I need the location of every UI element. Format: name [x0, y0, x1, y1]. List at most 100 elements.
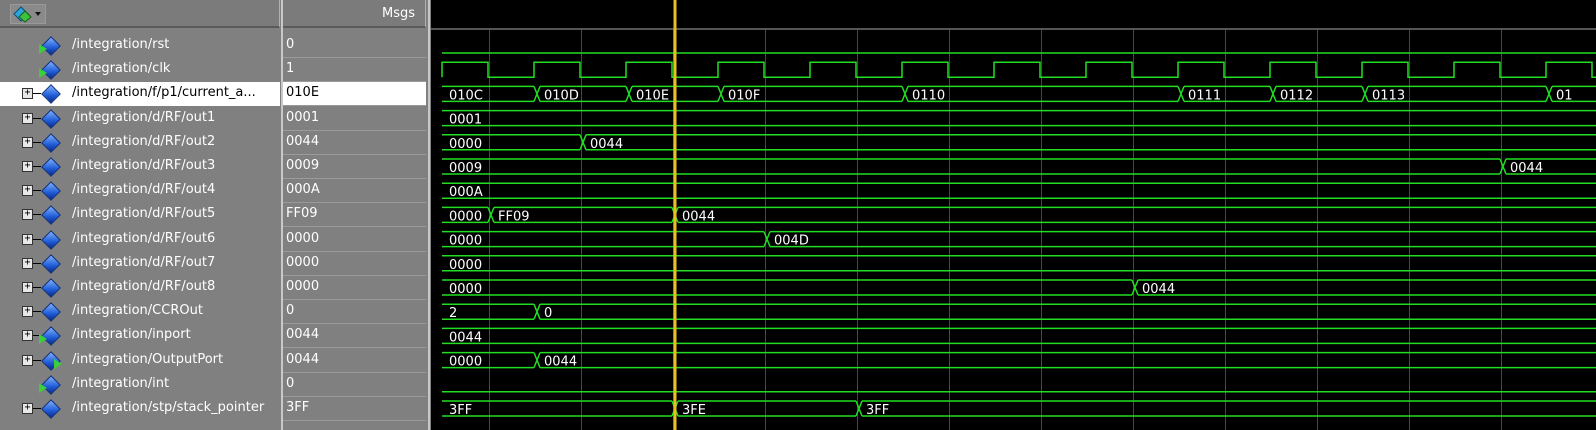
- value-row[interactable]: 0: [283, 373, 426, 397]
- signal-value: 0044: [286, 327, 320, 343]
- signal-value: 0044: [286, 133, 320, 149]
- signal-row[interactable]: + /integration/stp/stack_pointer: [0, 397, 280, 421]
- signal-row[interactable]: + /integration/OutputPort: [0, 349, 280, 373]
- signal-diamond-icon: [41, 132, 61, 153]
- bus-value-label: 0112: [1280, 88, 1313, 103]
- expand-icon[interactable]: +: [22, 161, 33, 172]
- value-row[interactable]: 0000: [283, 252, 426, 276]
- expand-icon[interactable]: +: [22, 233, 33, 245]
- wave-tool-icon: [13, 6, 41, 23]
- input-arrow-icon: [39, 68, 47, 79]
- bus-transition: [579, 134, 587, 151]
- bus-value-label: 010E: [636, 88, 669, 103]
- value-row[interactable]: 0: [283, 34, 426, 58]
- bus-value-label: 0044: [590, 137, 623, 152]
- signal-value: 010E: [286, 85, 320, 101]
- bus-value-label: 3FF: [866, 403, 889, 418]
- expand-icon[interactable]: +: [22, 185, 33, 197]
- signal-row[interactable]: + /integration/inport: [0, 324, 280, 348]
- wave-tool-button[interactable]: [10, 4, 46, 24]
- expand-icon[interactable]: +: [22, 136, 33, 148]
- signal-row[interactable]: /integration/clk: [0, 58, 280, 82]
- signal-name: /integration/stp/stack_pointer: [72, 400, 265, 415]
- bus-value-label: 0044: [449, 330, 482, 345]
- expand-icon[interactable]: +: [22, 88, 33, 100]
- input-arrow-icon: [39, 44, 47, 54]
- value-row[interactable]: 0044: [283, 131, 426, 155]
- bus-transition: [717, 86, 725, 102]
- signal-name: /integration/d/RF/out2: [72, 133, 216, 149]
- value-row[interactable]: 0000: [283, 228, 426, 252]
- pane-divider-right[interactable]: [428, 0, 430, 430]
- bus-transition: [901, 86, 909, 102]
- expand-icon[interactable]: +: [22, 112, 33, 124]
- signal-row[interactable]: + /integration/d/RF/out2: [0, 131, 280, 155]
- value-row[interactable]: 3FF: [283, 397, 426, 421]
- expand-icon[interactable]: +: [22, 306, 33, 318]
- bus-value-label: 0044: [544, 355, 577, 370]
- bus-value-label: 010D: [544, 88, 579, 103]
- expand-icon[interactable]: +: [22, 354, 33, 366]
- signal-name: /integration/d/RF/out3: [72, 158, 216, 173]
- value-row[interactable]: 1: [283, 58, 426, 83]
- bus-value-label: FF09: [498, 209, 530, 224]
- waveform-canvas[interactable]: 010C 010D 010E 010F 0110 0111 0112 0113 01000100…: [431, 0, 1596, 430]
- signal-diamond-icon: [41, 278, 61, 298]
- value-row[interactable]: 0044: [283, 324, 426, 349]
- signal-value: 0: [286, 375, 295, 391]
- input-arrow-icon: [39, 382, 47, 393]
- value-row[interactable]: 0000: [283, 276, 426, 300]
- signal-diamond-icon: [41, 181, 61, 202]
- signal-row[interactable]: + /integration/d/RF/out7: [0, 252, 280, 276]
- signal-name: /integration/d/RF/out1: [72, 109, 216, 125]
- signal-row[interactable]: + /integration/d/RF/out8: [0, 276, 280, 300]
- signal-row[interactable]: + /integration/d/RF/out5: [0, 203, 280, 227]
- signal-row[interactable]: + /integration/d/RF/out3: [0, 155, 280, 179]
- value-row[interactable]: FF09: [283, 203, 426, 228]
- bus-value-label: 0000: [449, 258, 482, 273]
- signal-row[interactable]: /integration/int: [0, 373, 280, 397]
- output-arrow-icon: [54, 358, 62, 369]
- signal-row[interactable]: + /integration/CCROut: [0, 300, 280, 324]
- signal-diamond-icon: [41, 399, 61, 419]
- bus-value-label: 000A: [449, 185, 483, 200]
- expand-icon[interactable]: +: [22, 209, 33, 221]
- value-row[interactable]: 000A: [283, 179, 426, 204]
- signal-diamond-icon: [41, 84, 61, 105]
- signal-name: /integration/d/RF/out4: [72, 182, 216, 198]
- value-row[interactable]: 0044: [283, 349, 426, 373]
- bus-value-label: 004D: [774, 234, 809, 249]
- bus-value-label: 3FE: [682, 403, 706, 418]
- value-row[interactable]: 0009: [283, 155, 426, 179]
- signal-value: 0044: [286, 351, 320, 367]
- expand-icon[interactable]: +: [22, 282, 33, 293]
- bus-transition: [625, 86, 633, 102]
- bus-value-label: 010F: [728, 88, 760, 103]
- signal-row[interactable]: + /integration/f/p1/current_a...: [0, 82, 280, 107]
- signal-name: /integration/f/p1/current_a...: [72, 85, 256, 101]
- expand-icon[interactable]: +: [22, 257, 33, 269]
- value-row[interactable]: 010E: [283, 82, 426, 107]
- msgs-header: Msgs: [283, 0, 426, 28]
- expand-icon[interactable]: +: [22, 403, 33, 414]
- bus-transition: [1269, 86, 1277, 102]
- bus-transition: [1131, 279, 1139, 296]
- signal-row[interactable]: /integration/rst: [0, 34, 280, 58]
- signal-name: /integration/d/RF/out5: [72, 206, 216, 222]
- waveform-pane[interactable]: 010C 010D 010E 010F 0110 0111 0112 0113 01 0001 00…: [431, 0, 1596, 430]
- signal-name: /integration/inport: [72, 327, 191, 343]
- values-pane: Msgs 0 1 010E 0001 0044 0009 000A FF09 0000 0000 0…: [283, 0, 428, 430]
- bus-value-label: 0000: [449, 209, 482, 224]
- value-row[interactable]: 0001: [283, 107, 426, 131]
- expand-icon[interactable]: +: [22, 330, 33, 342]
- signal-diamond-icon: [41, 205, 61, 226]
- signal-row[interactable]: + /integration/d/RF/out4: [0, 179, 280, 203]
- signal-diamond-icon: [41, 108, 61, 129]
- value-row[interactable]: 0: [283, 300, 426, 325]
- signal-value: 000A: [286, 182, 320, 198]
- signal-name: /integration/int: [72, 375, 170, 391]
- bus-transition: [1361, 86, 1369, 102]
- signal-row[interactable]: + /integration/d/RF/out6: [0, 228, 280, 252]
- signal-row[interactable]: + /integration/d/RF/out1: [0, 107, 280, 131]
- signal-value: 0000: [286, 254, 320, 270]
